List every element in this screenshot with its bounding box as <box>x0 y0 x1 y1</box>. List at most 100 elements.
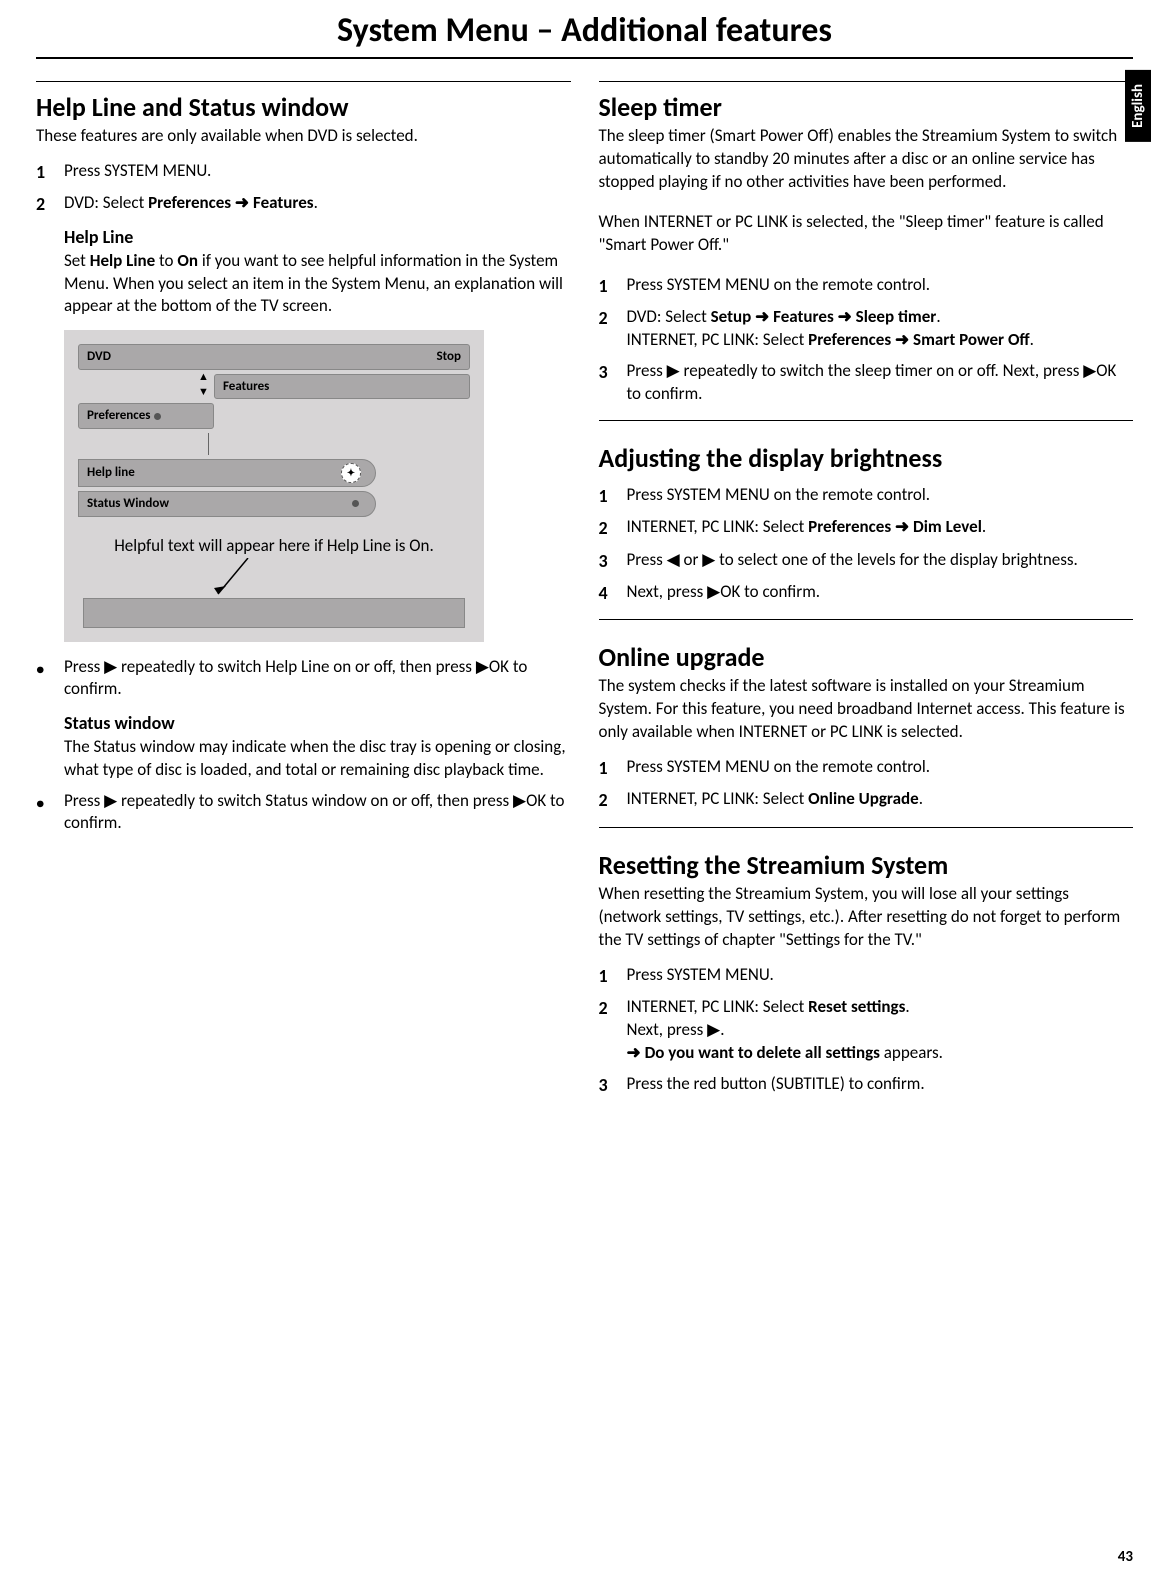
right-arrow-icon: ▶ <box>667 361 680 380</box>
nav-arrows-icon: ▲▼ <box>198 370 209 400</box>
text: Press <box>64 656 104 677</box>
paragraph: The system checks if the latest software… <box>599 675 1134 744</box>
diagram-row-features: Features <box>214 374 470 400</box>
step-body: Press SYSTEM MENU. <box>64 160 571 184</box>
right-arrow-icon: ▶ <box>513 791 526 810</box>
step-body: Press SYSTEM MENU on the remote control. <box>627 484 1134 508</box>
step-2: 2 DVD: Select Setup ➜ Features ➜ Sleep t… <box>599 306 1134 352</box>
step-body: Press SYSTEM MENU. <box>627 964 1134 988</box>
bold-text: On <box>177 250 198 271</box>
diagram-label-dvd: DVD <box>87 348 111 366</box>
connector-line <box>208 433 470 455</box>
left-column: Help Line and Status window These featur… <box>36 69 571 1105</box>
text: INTERNET, PC LINK: Select <box>627 788 809 809</box>
paragraph: When INTERNET or PC LINK is selected, th… <box>599 211 1134 257</box>
right-column: Sleep timer The sleep timer (Smart Power… <box>599 69 1134 1105</box>
text: repeatedly to switch Help Line on or off… <box>117 656 476 677</box>
step-number: 1 <box>599 964 627 988</box>
text: to <box>155 250 177 271</box>
step-number: 1 <box>599 756 627 780</box>
step-body: Press ▶ repeatedly to switch Status wind… <box>64 790 571 836</box>
text: repeatedly to switch Status window on or… <box>117 790 513 811</box>
step-body: Press SYSTEM MENU on the remote control. <box>627 274 1134 298</box>
text: . <box>919 788 923 809</box>
step-1: 1 Press SYSTEM MENU on the remote contro… <box>599 274 1134 298</box>
heading-online-upgrade: Online upgrade <box>599 632 1134 675</box>
step-2: 2 INTERNET, PC LINK: Select Online Upgra… <box>599 788 1134 812</box>
divider <box>599 827 1134 828</box>
step-number: 3 <box>599 549 627 573</box>
step-body: DVD: Select Setup ➜ Features ➜ Sleep tim… <box>627 306 1134 352</box>
heading-helpline-status: Help Line and Status window <box>36 81 571 125</box>
bullet-icon <box>36 656 64 782</box>
text: DVD: Select <box>64 192 148 213</box>
text: appears. <box>880 1042 943 1063</box>
diagram-help-bar <box>83 598 465 628</box>
text: Set <box>64 250 90 271</box>
step-1: 1 Press SYSTEM MENU on the remote contro… <box>599 756 1134 780</box>
diagram-help-message: Helpful text will appear here if Help Li… <box>78 535 470 558</box>
diagram-row-dvd: DVD Stop <box>78 344 470 370</box>
text: repeatedly to switch the sleep timer on … <box>680 360 1084 381</box>
right-arrow-icon: ▶ <box>707 582 720 601</box>
paragraph: When resetting the Streamium System, you… <box>599 883 1134 952</box>
text: . <box>936 306 940 327</box>
step-2: 2 INTERNET, PC LINK: Select Reset settin… <box>599 996 1134 1065</box>
step-2: 2 DVD: Select Preferences ➜ Features. He… <box>36 192 571 318</box>
dot-icon <box>154 413 161 420</box>
step-body: Press SYSTEM MENU on the remote control. <box>627 756 1134 780</box>
right-arrow-icon: ▶ <box>476 657 489 676</box>
bold-text: Setup ➜ Features ➜ Sleep timer <box>711 306 937 327</box>
bold-text: Preferences ➜ Features <box>148 192 313 213</box>
step-number: 1 <box>36 160 64 184</box>
step-number: 3 <box>599 1073 627 1097</box>
step-body: INTERNET, PC LINK: Select Reset settings… <box>627 996 1134 1065</box>
text: . <box>314 192 318 213</box>
text: Next, press <box>627 1019 708 1040</box>
step-bullet: Press ▶ repeatedly to switch Help Line o… <box>36 656 571 782</box>
step-number: 1 <box>599 484 627 508</box>
text: INTERNET, PC LINK: Select <box>627 996 809 1017</box>
intro-text: These features are only available when D… <box>36 125 571 148</box>
selector-circle-icon: ✦ <box>341 463 361 483</box>
menu-diagram: DVD Stop ▲▼ Features Preferences Help li… <box>64 330 484 641</box>
right-arrow-icon: ▶ <box>1083 361 1096 380</box>
heading-display-brightness: Adjusting the display brightness <box>599 433 1134 476</box>
step-3: 3 Press ▶ repeatedly to switch the sleep… <box>599 360 1134 406</box>
step-number: 2 <box>599 788 627 812</box>
right-arrow-icon: ▶ <box>104 791 117 810</box>
step-number: 2 <box>599 306 627 352</box>
step-number: 2 <box>599 516 627 540</box>
step-body: DVD: Select Preferences ➜ Features. Help… <box>64 192 571 318</box>
text: INTERNET, PC LINK: Select <box>627 516 809 537</box>
diagram-label-stop: Stop <box>437 348 462 366</box>
subheading-helpline: Help Line <box>64 225 571 249</box>
step-1: 1 Press SYSTEM MENU. <box>599 964 1134 988</box>
text: Press <box>627 549 667 570</box>
pointer-arrow-icon <box>78 564 470 598</box>
text: Press <box>627 360 667 381</box>
text: DVD: Select <box>627 306 711 327</box>
heading-sleep-timer: Sleep timer <box>599 81 1134 125</box>
text: INTERNET, PC LINK: Select <box>627 329 809 350</box>
text: or <box>680 549 703 570</box>
dot-icon <box>352 500 359 507</box>
text: Press <box>64 790 104 811</box>
step-4: 4 Next, press ▶OK to confirm. <box>599 581 1134 605</box>
text: . <box>905 996 909 1017</box>
page-title: System Menu – Additional features <box>36 0 1133 59</box>
step-body: Press ▶ repeatedly to switch the sleep t… <box>627 360 1134 406</box>
right-arrow-icon: ▶ <box>104 657 117 676</box>
text: OK to confirm. <box>720 581 820 602</box>
bold-text: Preferences ➜ Dim Level <box>808 516 982 537</box>
step-body: Press the red button (SUBTITLE) to confi… <box>627 1073 1134 1097</box>
bullet-icon <box>36 790 64 836</box>
diagram-label-helpline: Help line <box>87 464 135 482</box>
heading-reset: Resetting the Streamium System <box>599 840 1134 883</box>
text: to select one of the levels for the disp… <box>715 549 1078 570</box>
left-arrow-icon: ◀ <box>667 550 680 569</box>
text: . <box>1030 329 1034 350</box>
text: Next, press <box>627 581 708 602</box>
bold-text: Online Upgrade <box>808 788 919 809</box>
language-tab: English <box>1125 70 1151 142</box>
